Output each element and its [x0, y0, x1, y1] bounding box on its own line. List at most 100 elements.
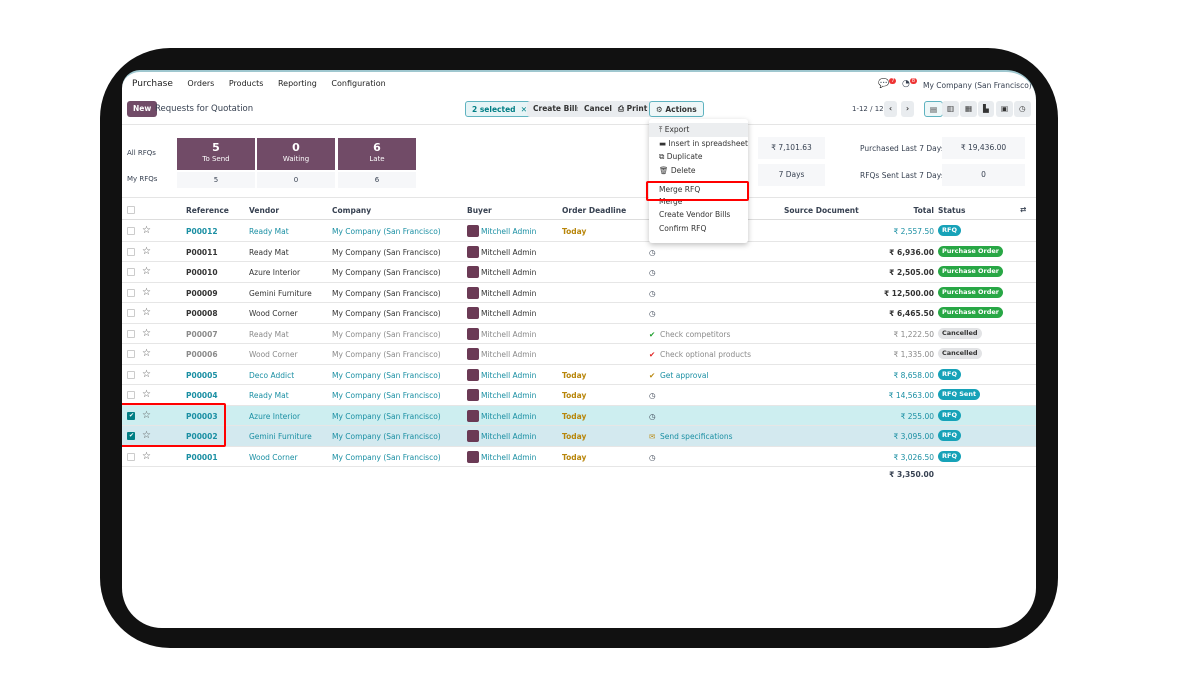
tile-late[interactable]: 6 Late — [338, 138, 416, 170]
actions-button[interactable]: ⚙ Actions — [649, 101, 704, 117]
column-settings-icon[interactable]: ⇄ — [1020, 205, 1026, 214]
selection-indicator[interactable]: 2 selected ✕ — [465, 101, 535, 117]
activity-clock-icon[interactable]: ◷ — [649, 248, 656, 257]
star-icon[interactable]: ☆ — [142, 307, 151, 318]
pager-next-button[interactable]: › — [901, 101, 915, 117]
my-waiting[interactable]: 0 — [257, 172, 335, 188]
table-row[interactable]: ☆ P00012 Ready Mat My Company (San Franc… — [122, 221, 1036, 242]
print-button[interactable]: ⎙ Print — [612, 101, 654, 117]
col-reference[interactable]: Reference — [186, 206, 229, 215]
avatar — [467, 327, 479, 340]
star-icon[interactable]: ☆ — [142, 348, 151, 359]
activity-clock-icon[interactable]: ◔ 8 — [902, 78, 918, 89]
col-buyer[interactable]: Buyer — [467, 206, 492, 215]
table-row[interactable]: ☆ P00009 Gemini Furniture My Company (Sa… — [122, 282, 1036, 303]
activity-summary[interactable]: Send specifications — [660, 432, 732, 441]
star-icon[interactable]: ☆ — [142, 266, 151, 277]
vendor: Azure Interior — [249, 411, 301, 421]
tile-to-send[interactable]: 5 To Send — [177, 138, 255, 170]
star-icon[interactable]: ☆ — [142, 246, 151, 257]
table-row[interactable]: ☆ P00005 Deco Addict My Company (San Fra… — [122, 364, 1036, 385]
reference[interactable]: P00009 — [186, 289, 218, 298]
reference[interactable]: P00004 — [186, 391, 218, 400]
footer-total: ₹ 3,350.00 — [889, 470, 934, 479]
table-row[interactable]: ☆ P00006 Wood Corner My Company (San Fra… — [122, 344, 1036, 365]
kanban-view-icon[interactable]: ▥ — [942, 101, 960, 117]
tile-waiting[interactable]: 0 Waiting — [257, 138, 335, 170]
menu-create-vendor-bills[interactable]: Create Vendor Bills — [649, 208, 748, 222]
activity-summary[interactable]: Get approval — [660, 371, 709, 380]
row-checkbox[interactable] — [127, 247, 135, 256]
activity-view-icon[interactable]: ◷ — [1014, 101, 1031, 117]
chat-icon[interactable]: 💬 7 — [878, 78, 897, 89]
table-row[interactable]: ✔ ☆ P00003 Azure Interior My Company (Sa… — [122, 405, 1036, 426]
menu-export[interactable]: ⤒ Export — [649, 123, 748, 137]
graph-view-icon[interactable]: ▙ — [978, 101, 994, 117]
row-checkbox[interactable] — [127, 370, 135, 379]
my-late[interactable]: 6 — [338, 172, 416, 188]
reference[interactable]: P00012 — [186, 227, 218, 236]
activity-clock-icon[interactable]: ◷ — [649, 412, 656, 421]
col-order-deadline[interactable]: Order Deadline — [562, 206, 626, 215]
col-total[interactable]: Total — [914, 206, 935, 215]
activity-clock-icon[interactable]: ◷ — [649, 289, 656, 298]
star-icon[interactable]: ☆ — [142, 451, 151, 462]
row-checkbox[interactable] — [127, 452, 135, 461]
reference[interactable]: P00006 — [186, 350, 218, 359]
table-row[interactable]: ☆ P00008 Wood Corner My Company (San Fra… — [122, 303, 1036, 324]
menu-confirm-rfq[interactable]: Confirm RFQ — [649, 222, 748, 236]
menu-insert-spreadsheet[interactable]: ▬ Insert in spreadsheet — [649, 137, 748, 151]
star-icon[interactable]: ☆ — [142, 369, 151, 380]
star-icon[interactable]: ☆ — [142, 328, 151, 339]
reference[interactable]: P00008 — [186, 309, 218, 318]
close-icon[interactable]: ✕ — [518, 105, 527, 114]
menu-duplicate[interactable]: ⧉ Duplicate — [649, 150, 748, 164]
row-checkbox[interactable] — [127, 268, 135, 276]
reference[interactable]: P00010 — [186, 268, 218, 277]
reference[interactable]: P00005 — [186, 371, 218, 380]
status-badge: Purchase Order — [938, 286, 1004, 298]
table-row[interactable]: ☆ P00007 Ready Mat My Company (San Franc… — [122, 323, 1036, 344]
app-name[interactable]: Purchase — [132, 79, 173, 89]
table-row[interactable]: ☆ P00001 Wood Corner My Company (San Fra… — [122, 446, 1036, 467]
my-to-send[interactable]: 5 — [177, 172, 255, 188]
reference[interactable]: P00001 — [186, 453, 218, 462]
star-icon[interactable]: ☆ — [142, 225, 151, 236]
col-status[interactable]: Status — [938, 206, 965, 215]
activity-clock-icon[interactable]: ◷ — [649, 391, 656, 400]
pager-prev-button[interactable]: ‹ — [884, 101, 898, 117]
col-company[interactable]: Company — [332, 206, 371, 215]
col-source-document[interactable]: Source Document — [784, 206, 859, 215]
reference[interactable]: P00011 — [186, 248, 218, 257]
activity-clock-icon[interactable]: ◷ — [649, 268, 656, 277]
row-checkbox[interactable] — [127, 329, 135, 338]
company-switcher[interactable]: My Company (San Francisco) — [923, 81, 1032, 90]
list-view-icon[interactable]: ▤ — [924, 101, 944, 117]
row-checkbox[interactable] — [127, 288, 135, 297]
star-icon[interactable]: ☆ — [142, 287, 151, 298]
row-checkbox[interactable] — [127, 309, 135, 317]
activity-clock-icon[interactable]: ◷ — [649, 453, 656, 462]
menu-orders[interactable]: Orders — [187, 79, 214, 88]
new-button[interactable]: New — [127, 101, 158, 117]
star-icon[interactable]: ☆ — [142, 389, 151, 400]
menu-configuration[interactable]: Configuration — [331, 79, 385, 88]
activity-summary[interactable]: Check optional products — [660, 350, 751, 359]
activity-clock-icon[interactable]: ◷ — [649, 309, 656, 318]
table-row[interactable]: ☆ P00010 Azure Interior My Company (San … — [122, 262, 1036, 283]
menu-reporting[interactable]: Reporting — [278, 79, 317, 88]
select-all-checkbox[interactable] — [127, 206, 135, 214]
pivot-view-icon[interactable]: ▦ — [960, 101, 978, 117]
table-row[interactable]: ☆ P00004 Ready Mat My Company (San Franc… — [122, 385, 1036, 406]
menu-delete[interactable]: 🗑 Delete — [649, 164, 748, 178]
table-row[interactable]: ✔ ☆ P00002 Gemini Furniture My Company (… — [122, 426, 1036, 447]
row-checkbox[interactable] — [127, 350, 135, 358]
row-checkbox[interactable] — [127, 391, 135, 399]
col-vendor[interactable]: Vendor — [249, 206, 279, 215]
calendar-view-icon[interactable]: ▣ — [996, 101, 1014, 117]
table-row[interactable]: ☆ P00011 Ready Mat My Company (San Franc… — [122, 241, 1036, 262]
menu-products[interactable]: Products — [229, 79, 264, 88]
activity-summary[interactable]: Check competitors — [660, 330, 730, 339]
reference[interactable]: P00007 — [186, 330, 218, 339]
row-checkbox[interactable] — [127, 227, 135, 235]
